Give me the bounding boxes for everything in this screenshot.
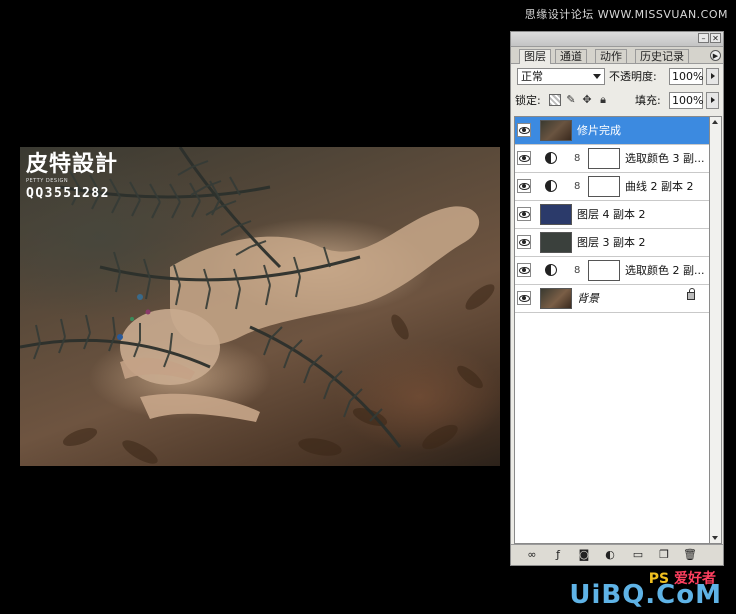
layer-row-retouched[interactable]: 修片完成 — [515, 117, 709, 145]
layer-mask-thumbnail[interactable] — [588, 260, 620, 281]
scroll-down-icon[interactable] — [712, 536, 718, 540]
brand-qq: QQ3551282 — [26, 186, 118, 201]
layer-name[interactable]: 图层 4 副本 2 — [577, 201, 646, 228]
lock-row: 锁定: ✎ ✥ 🔒︎ 填充: 100% — [515, 92, 721, 110]
new-adjustment-layer-icon[interactable]: ◐ — [603, 548, 617, 561]
tab-history[interactable]: 历史记录 — [635, 49, 689, 63]
layer-mask-thumbnail[interactable] — [588, 148, 620, 169]
layer-name[interactable]: 图层 3 副本 2 — [577, 229, 646, 256]
layer-thumbnail — [540, 204, 572, 225]
lock-label: 锁定: — [515, 92, 541, 109]
tab-actions[interactable]: 动作 — [595, 49, 627, 63]
eye-icon[interactable] — [517, 207, 531, 221]
eye-icon[interactable] — [517, 235, 531, 249]
panel-tabs: 图层 通道 动作 历史记录 ▶ — [511, 47, 723, 64]
eye-icon[interactable] — [517, 291, 531, 305]
lock-move-icon[interactable]: ✥ — [581, 94, 593, 106]
chevron-down-icon — [593, 74, 601, 79]
layer-name[interactable]: 选取颜色 3 副... — [625, 145, 704, 172]
add-mask-icon[interactable]: ◙ — [577, 548, 591, 561]
trash-icon[interactable]: 🗑︎ — [683, 548, 697, 561]
tab-layers[interactable]: 图层 — [519, 49, 551, 64]
blend-mode-select[interactable]: 正常 — [517, 68, 605, 85]
link-icon[interactable]: 8 — [574, 265, 580, 276]
close-button[interactable]: ✕ — [710, 33, 721, 43]
layer-name[interactable]: 背景 — [577, 285, 599, 312]
brand-name: 皮特設計 — [26, 153, 118, 177]
link-icon[interactable]: 8 — [574, 181, 580, 192]
panel-menu-button[interactable]: ▶ — [710, 50, 721, 61]
layer-style-icon[interactable]: ƒ — [551, 548, 565, 561]
new-layer-icon[interactable]: ❐ — [657, 548, 671, 561]
eye-icon[interactable] — [517, 151, 531, 165]
panel-footer: ∞ ƒ ◙ ◐ ▭ ❐ 🗑︎ — [511, 544, 723, 565]
layer-name[interactable]: 选取颜色 2 副... — [625, 257, 704, 284]
brand-watermark: 皮特設計 PETTY DESIGN QQ3551282 — [26, 153, 118, 201]
adjustment-layer-icon — [545, 152, 557, 164]
layer-row-layer-3[interactable]: 图层 3 副本 2 — [515, 229, 709, 257]
blend-mode-value: 正常 — [521, 70, 543, 83]
layer-row-curves-2[interactable]: 8 曲线 2 副本 2 — [515, 173, 709, 201]
fill-label: 填充: — [635, 92, 661, 109]
layer-row-selective-color-3[interactable]: 8 选取颜色 3 副... — [515, 145, 709, 173]
watermark-top: 思缘设计论坛 WWW.MISSVUAN.COM — [525, 6, 728, 22]
lock-all-icon[interactable]: 🔒︎ — [597, 94, 609, 106]
opacity-label: 不透明度: — [609, 68, 657, 85]
watermark-bottom: UiBQ.CoM — [569, 580, 722, 610]
new-group-icon[interactable]: ▭ — [631, 548, 645, 561]
layer-thumbnail — [540, 120, 572, 141]
layer-name[interactable]: 曲线 2 副本 2 — [625, 173, 694, 200]
brand-sub: PETTY DESIGN — [26, 178, 118, 184]
lock-transparency-icon[interactable] — [549, 94, 561, 106]
link-layers-icon[interactable]: ∞ — [525, 548, 539, 561]
layers-panel: – ✕ 图层 通道 动作 历史记录 ▶ 正常 不透明度: 100% 锁定: ✎ … — [510, 31, 724, 566]
document-canvas[interactable]: 皮特設計 PETTY DESIGN QQ3551282 — [20, 147, 500, 466]
fill-input[interactable]: 100% — [669, 92, 703, 109]
lock-brush-icon[interactable]: ✎ — [565, 94, 577, 106]
panel-titlebar[interactable]: – ✕ — [511, 32, 723, 47]
minimize-button[interactable]: – — [698, 33, 709, 43]
tab-channels[interactable]: 通道 — [555, 49, 587, 63]
layer-thumbnail — [540, 288, 572, 309]
layer-name[interactable]: 修片完成 — [577, 117, 621, 144]
eye-icon[interactable] — [517, 263, 531, 277]
scroll-up-icon[interactable] — [712, 120, 718, 124]
opacity-input[interactable]: 100% — [669, 68, 703, 85]
layer-row-selective-color-2[interactable]: 8 选取颜色 2 副... — [515, 257, 709, 285]
layer-row-background[interactable]: 背景 — [515, 285, 709, 313]
layer-list: 修片完成 8 选取颜色 3 副... 8 曲线 2 副本 2 图层 4 副本 2… — [514, 116, 710, 544]
opacity-slider-button[interactable] — [706, 68, 719, 85]
fill-slider-button[interactable] — [706, 92, 719, 109]
layer-thumbnail — [540, 232, 572, 253]
layer-list-scrollbar[interactable] — [710, 116, 722, 544]
eye-icon[interactable] — [517, 123, 531, 137]
link-icon[interactable]: 8 — [574, 153, 580, 164]
adjustment-layer-icon — [545, 180, 557, 192]
blend-row: 正常 不透明度: 100% — [517, 68, 721, 86]
layer-mask-thumbnail[interactable] — [588, 176, 620, 197]
lock-icon — [687, 292, 695, 300]
eye-icon[interactable] — [517, 179, 531, 193]
adjustment-layer-icon — [545, 264, 557, 276]
layer-row-layer-4[interactable]: 图层 4 副本 2 — [515, 201, 709, 229]
